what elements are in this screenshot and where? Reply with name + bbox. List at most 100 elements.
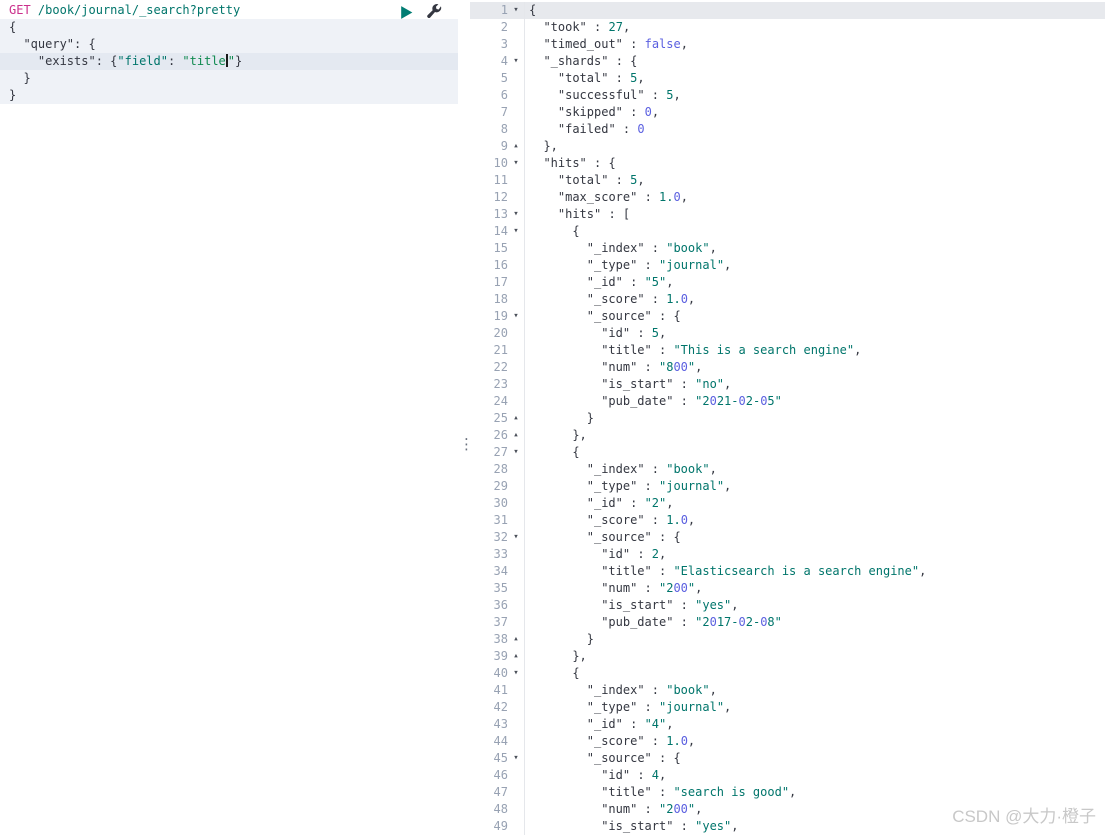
response-line[interactable]: 1▾{ bbox=[470, 2, 1105, 19]
response-code-content[interactable]: "_score" : 1.0, bbox=[525, 733, 1105, 750]
response-code-content[interactable]: } bbox=[525, 410, 1105, 427]
response-code-content[interactable]: "successful" : 5, bbox=[525, 87, 1105, 104]
response-code-content[interactable]: "_source" : { bbox=[525, 750, 1105, 767]
response-code-content[interactable]: "title" : "Elasticsearch is a search eng… bbox=[525, 563, 1105, 580]
request-line[interactable]: { bbox=[0, 19, 458, 36]
response-line[interactable]: 17"_id" : "5", bbox=[470, 274, 1105, 291]
response-code-content[interactable]: "pub_date" : "2017-02-08" bbox=[525, 614, 1105, 631]
response-code-content[interactable]: "_score" : 1.0, bbox=[525, 512, 1105, 529]
request-line[interactable]: } bbox=[0, 70, 458, 87]
response-code-content[interactable]: "pub_date" : "2021-02-05" bbox=[525, 393, 1105, 410]
response-line[interactable]: 21"title" : "This is a search engine", bbox=[470, 342, 1105, 359]
response-line[interactable]: 25▴} bbox=[470, 410, 1105, 427]
response-code-content[interactable]: "failed" : 0 bbox=[525, 121, 1105, 138]
response-code-content[interactable]: "timed_out" : false, bbox=[525, 36, 1105, 53]
fold-close-icon[interactable]: ▴ bbox=[508, 138, 524, 155]
request-options-button[interactable] bbox=[425, 3, 443, 21]
response-code-content[interactable]: "_index" : "book", bbox=[525, 461, 1105, 478]
fold-close-icon[interactable]: ▴ bbox=[508, 648, 524, 665]
fold-close-icon[interactable]: ▴ bbox=[508, 427, 524, 444]
response-line[interactable]: 9▴}, bbox=[470, 138, 1105, 155]
response-code-content[interactable]: "_score" : 1.0, bbox=[525, 291, 1105, 308]
response-code-content[interactable]: "id" : 2, bbox=[525, 546, 1105, 563]
response-line[interactable]: 39▴}, bbox=[470, 648, 1105, 665]
response-line[interactable]: 7"skipped" : 0, bbox=[470, 104, 1105, 121]
response-line[interactable]: 29"_type" : "journal", bbox=[470, 478, 1105, 495]
response-line[interactable]: 42"_type" : "journal", bbox=[470, 699, 1105, 716]
response-code-content[interactable]: "max_score" : 1.0, bbox=[525, 189, 1105, 206]
response-line[interactable]: 35"num" : "200", bbox=[470, 580, 1105, 597]
response-line[interactable]: 40▾{ bbox=[470, 665, 1105, 682]
response-code-content[interactable]: "_id" : "2", bbox=[525, 495, 1105, 512]
request-line[interactable]: "exists": {"field": "title"} bbox=[0, 53, 458, 70]
response-line[interactable]: 28"_index" : "book", bbox=[470, 461, 1105, 478]
response-line[interactable]: 11"total" : 5, bbox=[470, 172, 1105, 189]
response-line[interactable]: 6"successful" : 5, bbox=[470, 87, 1105, 104]
response-line[interactable]: 38▴} bbox=[470, 631, 1105, 648]
response-line[interactable]: 19▾"_source" : { bbox=[470, 308, 1105, 325]
response-line[interactable]: 18"_score" : 1.0, bbox=[470, 291, 1105, 308]
response-line[interactable]: 46"id" : 4, bbox=[470, 767, 1105, 784]
response-code-content[interactable]: "_source" : { bbox=[525, 529, 1105, 546]
response-line[interactable]: 8"failed" : 0 bbox=[470, 121, 1105, 138]
response-line[interactable]: 47"title" : "search is good", bbox=[470, 784, 1105, 801]
response-line[interactable]: 24"pub_date" : "2021-02-05" bbox=[470, 393, 1105, 410]
fold-open-icon[interactable]: ▾ bbox=[508, 308, 524, 325]
response-line[interactable]: 45▾"_source" : { bbox=[470, 750, 1105, 767]
response-code-content[interactable]: { bbox=[525, 223, 1105, 240]
response-line[interactable]: 27▾{ bbox=[470, 444, 1105, 461]
response-line[interactable]: 36"is_start" : "yes", bbox=[470, 597, 1105, 614]
response-code-content[interactable]: "total" : 5, bbox=[525, 172, 1105, 189]
response-code-content[interactable]: "id" : 4, bbox=[525, 767, 1105, 784]
response-code-content[interactable]: }, bbox=[525, 648, 1105, 665]
fold-open-icon[interactable]: ▾ bbox=[508, 206, 524, 223]
response-code-content[interactable]: { bbox=[525, 2, 1105, 19]
response-code-content[interactable]: "hits" : { bbox=[525, 155, 1105, 172]
response-code-content[interactable]: "_type" : "journal", bbox=[525, 478, 1105, 495]
response-line[interactable]: 30"_id" : "2", bbox=[470, 495, 1105, 512]
response-code-content[interactable]: "total" : 5, bbox=[525, 70, 1105, 87]
response-line[interactable]: 33"id" : 2, bbox=[470, 546, 1105, 563]
response-code-content[interactable]: "_shards" : { bbox=[525, 53, 1105, 70]
response-code-content[interactable]: "num" : "800", bbox=[525, 359, 1105, 376]
fold-close-icon[interactable]: ▴ bbox=[508, 410, 524, 427]
response-line[interactable]: 14▾{ bbox=[470, 223, 1105, 240]
response-code-content[interactable]: "_id" : "5", bbox=[525, 274, 1105, 291]
fold-open-icon[interactable]: ▾ bbox=[508, 53, 524, 70]
fold-open-icon[interactable]: ▾ bbox=[508, 750, 524, 767]
response-code-content[interactable]: "title" : "This is a search engine", bbox=[525, 342, 1105, 359]
response-code-content[interactable]: "num" : "200", bbox=[525, 580, 1105, 597]
response-code-content[interactable]: }, bbox=[525, 138, 1105, 155]
response-line[interactable]: 12"max_score" : 1.0, bbox=[470, 189, 1105, 206]
fold-close-icon[interactable]: ▴ bbox=[508, 631, 524, 648]
response-line[interactable]: 10▾"hits" : { bbox=[470, 155, 1105, 172]
response-code-content[interactable]: } bbox=[525, 631, 1105, 648]
response-line[interactable]: 2"took" : 27, bbox=[470, 19, 1105, 36]
response-code-content[interactable]: "hits" : [ bbox=[525, 206, 1105, 223]
response-line[interactable]: 3"timed_out" : false, bbox=[470, 36, 1105, 53]
response-code-content[interactable]: }, bbox=[525, 427, 1105, 444]
response-code-content[interactable]: "title" : "search is good", bbox=[525, 784, 1105, 801]
response-viewer[interactable]: 1▾{2"took" : 27,3"timed_out" : false,4▾"… bbox=[470, 0, 1105, 833]
fold-open-icon[interactable]: ▾ bbox=[508, 2, 524, 19]
response-code-content[interactable]: "is_start" : "no", bbox=[525, 376, 1105, 393]
response-line[interactable]: 5"total" : 5, bbox=[470, 70, 1105, 87]
fold-open-icon[interactable]: ▾ bbox=[508, 665, 524, 682]
response-code-content[interactable]: "took" : 27, bbox=[525, 19, 1105, 36]
fold-open-icon[interactable]: ▾ bbox=[508, 529, 524, 546]
send-request-button[interactable] bbox=[398, 4, 416, 22]
response-code-content[interactable]: "skipped" : 0, bbox=[525, 104, 1105, 121]
response-code-content[interactable]: "_id" : "4", bbox=[525, 716, 1105, 733]
fold-open-icon[interactable]: ▾ bbox=[508, 223, 524, 240]
response-code-content[interactable]: { bbox=[525, 665, 1105, 682]
response-code-content[interactable]: "_type" : "journal", bbox=[525, 257, 1105, 274]
response-code-content[interactable]: "_index" : "book", bbox=[525, 682, 1105, 699]
response-line[interactable]: 26▴}, bbox=[470, 427, 1105, 444]
response-line[interactable]: 31"_score" : 1.0, bbox=[470, 512, 1105, 529]
response-code-content[interactable]: { bbox=[525, 444, 1105, 461]
response-code-content[interactable]: "_source" : { bbox=[525, 308, 1105, 325]
response-line[interactable]: 43"_id" : "4", bbox=[470, 716, 1105, 733]
response-line[interactable]: 37"pub_date" : "2017-02-08" bbox=[470, 614, 1105, 631]
response-line[interactable]: 13▾"hits" : [ bbox=[470, 206, 1105, 223]
response-line[interactable]: 20"id" : 5, bbox=[470, 325, 1105, 342]
